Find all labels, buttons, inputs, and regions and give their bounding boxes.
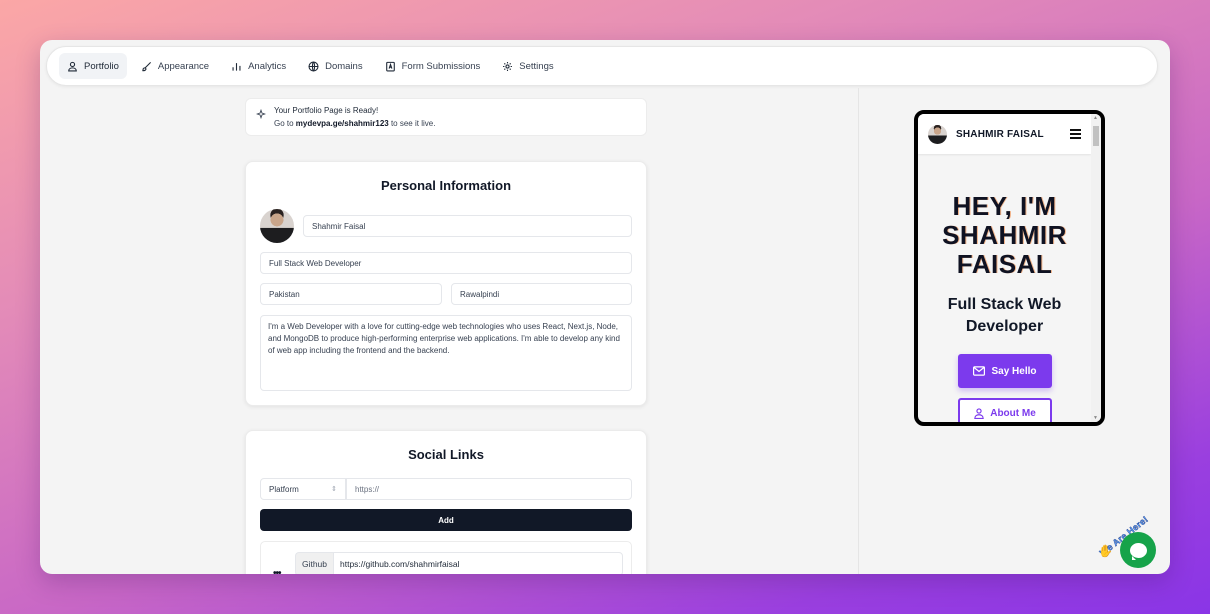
tab-analytics[interactable]: Analytics (223, 53, 294, 79)
tab-label: Form Submissions (401, 60, 481, 72)
preview-header: SHAHMIR FAISAL (918, 114, 1091, 154)
personal-information-title: Personal Information (380, 178, 512, 193)
user-icon (974, 407, 984, 419)
country-field[interactable]: Pakistan (260, 283, 442, 305)
tab-label: Analytics (248, 60, 287, 72)
gear-icon (503, 61, 513, 71)
drag-handle-icon[interactable]: ••• (273, 568, 281, 574)
tab-settings[interactable]: Settings (494, 53, 561, 79)
add-link-button[interactable]: Add (260, 509, 632, 531)
subtitle-line: Full Stack Web (947, 296, 1062, 313)
profile-avatar[interactable] (260, 209, 294, 243)
scrollbar-thumb[interactable] (1093, 126, 1099, 146)
brush-icon (142, 61, 151, 71)
tab-appearance[interactable]: Appearance (133, 53, 217, 79)
banner-message: Go to mydevpa.ge/shahmir123 to see it li… (274, 117, 435, 130)
mail-icon (973, 366, 986, 376)
social-link-item: ••• Github https://github.com/shahmirfai… (260, 541, 632, 574)
top-navigation: Portfolio Appearance Analytics Domains F… (46, 46, 1158, 86)
preview-avatar (928, 124, 947, 144)
mobile-preview: SHAHMIR FAISAL ▲ ▼ HEY, I'M SHAHMIR FAIS… (914, 110, 1105, 426)
tab-label: Domains (325, 60, 363, 72)
portfolio-link[interactable]: mydevpa.ge/shahmir123 (296, 119, 389, 128)
chat-button[interactable] (1120, 532, 1156, 568)
subtitle-line: Developer (965, 318, 1044, 335)
chat-widget[interactable]: We Are Here! ✋ (1098, 512, 1170, 574)
social-links-card: Social Links Platform ⇕ https:// Add •••… (245, 430, 647, 574)
bar-chart-icon (232, 62, 241, 71)
preview-name: SHAHMIR FAISAL (956, 128, 1044, 140)
tab-label: Settings (519, 60, 554, 72)
globe-icon (308, 60, 319, 72)
bio-textarea[interactable]: I'm a Web Developer with a love for cutt… (260, 315, 632, 391)
banner-title: Your Portfolio Page is Ready! (274, 106, 379, 115)
hamburger-menu-icon[interactable] (1070, 129, 1081, 141)
social-links-title: Social Links (408, 447, 484, 462)
preview-scrollbar[interactable]: ▲ ▼ (1091, 114, 1101, 422)
scroll-down-icon[interactable]: ▼ (1093, 415, 1098, 421)
name-field[interactable]: Shahmir Faisal (303, 215, 632, 237)
link-url-field[interactable]: https://github.com/shahmirfaisal (333, 552, 623, 574)
personal-information-card: Personal Information Shahmir Faisal Full… (245, 161, 647, 406)
user-icon (68, 61, 77, 72)
sparkle-icon (256, 109, 266, 119)
tab-label: Portfolio (84, 60, 119, 72)
tab-portfolio[interactable]: Portfolio (59, 53, 127, 79)
say-hello-button[interactable]: Say Hello (958, 354, 1052, 388)
tab-domains[interactable]: Domains (300, 53, 371, 79)
hero-line: FAISAL (956, 249, 1053, 279)
url-input[interactable]: https:// (346, 478, 632, 500)
scroll-up-icon[interactable]: ▲ (1093, 115, 1098, 121)
app-window: Portfolio Appearance Analytics Domains F… (40, 40, 1170, 574)
about-me-button[interactable]: About Me (958, 398, 1052, 422)
portfolio-ready-banner: Your Portfolio Page is Ready! Go to myde… (245, 98, 647, 136)
banner-prefix: Go to (274, 119, 296, 128)
preview-hero-heading: HEY, I'M SHAHMIR FAISAL (918, 192, 1091, 279)
preview-subtitle: Full Stack Web Developer (918, 294, 1091, 338)
city-field[interactable]: Rawalpindi (451, 283, 632, 305)
hero-line: SHAHMIR (942, 220, 1067, 250)
tab-form-submissions[interactable]: Form Submissions (377, 53, 489, 79)
platform-select-value: Platform (269, 484, 299, 494)
banner-suffix: to see it live. (388, 119, 436, 128)
form-icon (385, 61, 395, 72)
about-me-label: About Me (990, 407, 1036, 419)
hero-line: HEY, I'M (952, 191, 1057, 221)
say-hello-label: Say Hello (991, 365, 1037, 377)
tab-label: Appearance (157, 60, 210, 72)
chat-bubble-icon (1129, 542, 1147, 560)
waving-hand-icon: ✋ (1098, 544, 1113, 558)
link-platform: Github (295, 552, 333, 574)
panel-divider (858, 88, 859, 574)
headline-field[interactable]: Full Stack Web Developer (260, 252, 632, 274)
platform-select[interactable]: Platform ⇕ (260, 478, 346, 500)
chevron-updown-icon: ⇕ (331, 486, 337, 493)
